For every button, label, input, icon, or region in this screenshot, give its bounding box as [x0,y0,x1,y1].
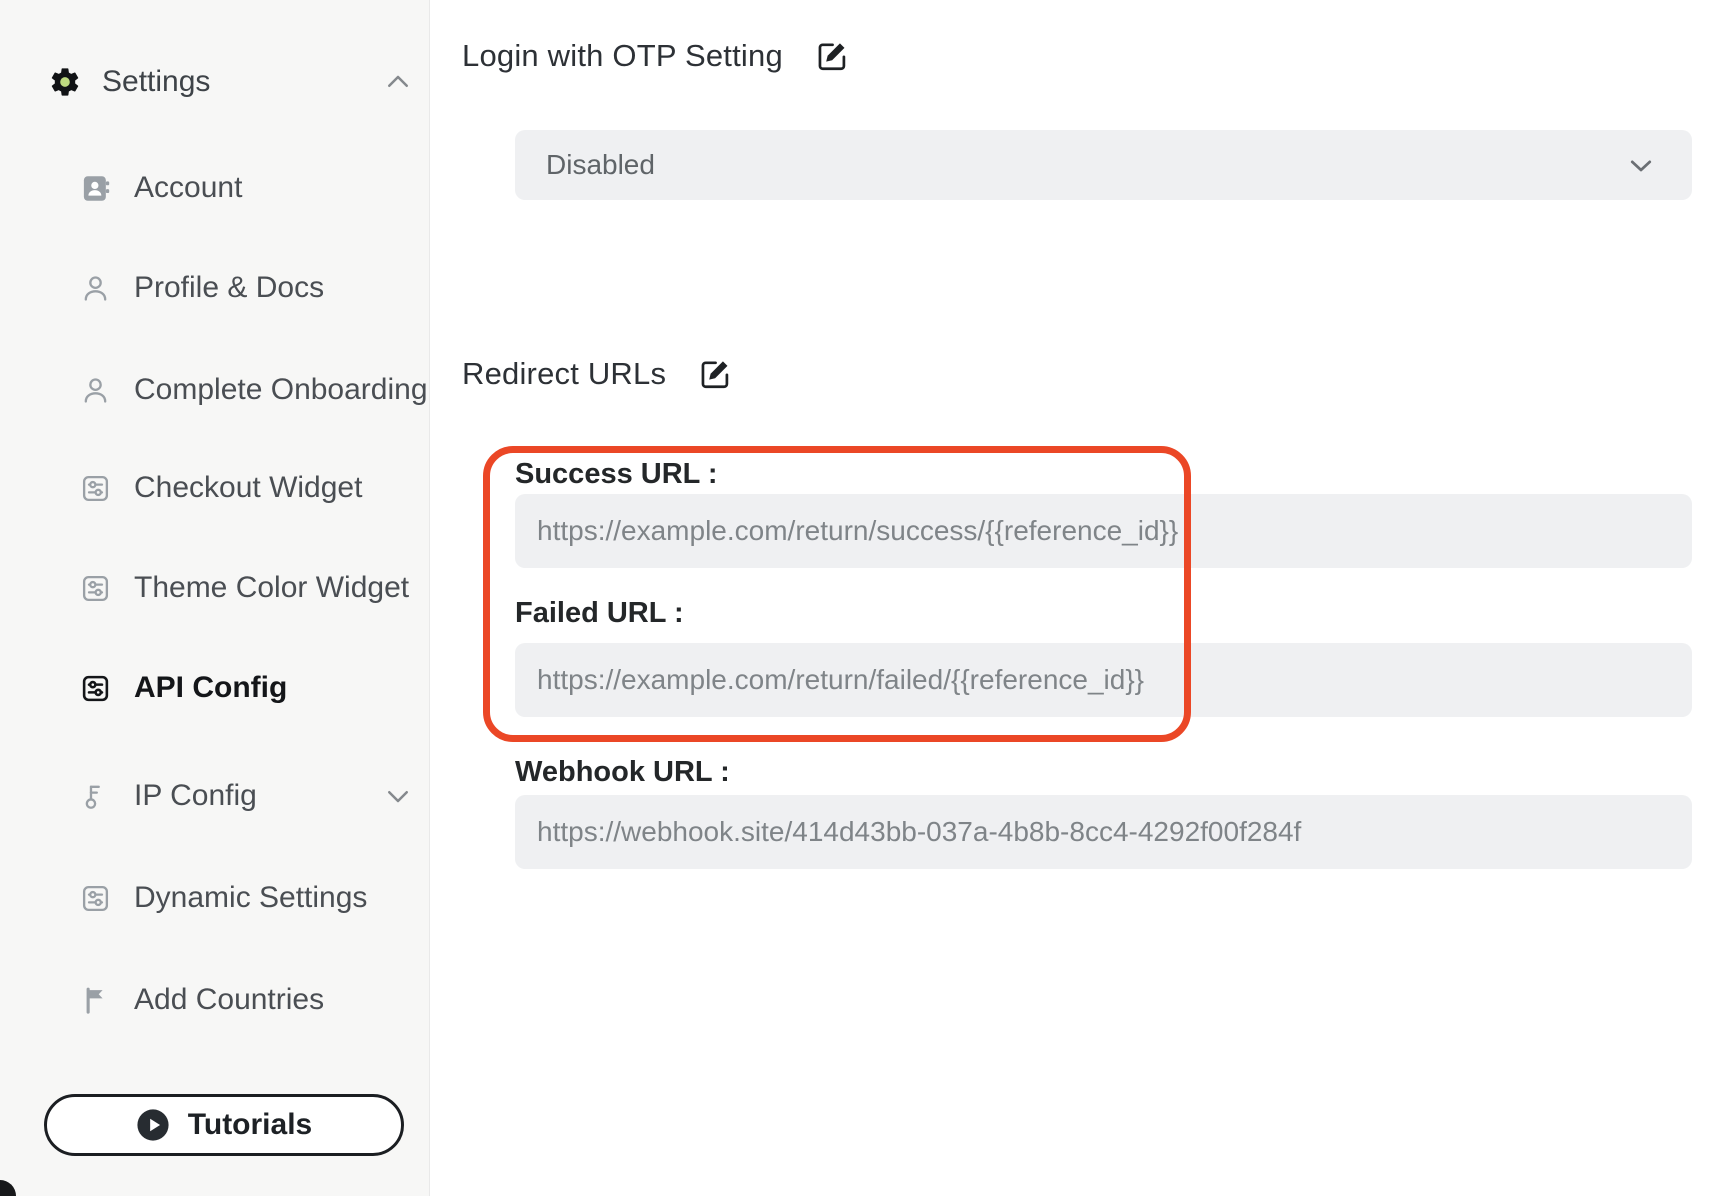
sidebar-item-complete-onboarding[interactable]: Complete Onboarding [0,355,429,425]
failed-url-input[interactable] [515,643,1692,717]
app-window: Settings Account [0,0,1724,1196]
main-content: Login with OTP Setting Disabled Redirect… [430,0,1724,1196]
sidebar-item-label: Dynamic Settings [134,881,367,915]
sidebar-item-label: Checkout Widget [134,471,362,505]
sidebar-item-dynamic-settings[interactable]: Dynamic Settings [0,863,429,933]
sidebar-item-label: API Config [134,671,287,705]
sidebar-item-profile-docs[interactable]: Profile & Docs [0,253,429,323]
sidebar-item-label: Theme Color Widget [134,571,409,605]
section-title: Login with OTP Setting [462,38,783,74]
edit-icon[interactable] [698,357,732,391]
sidebar-item-add-countries[interactable]: Add Countries [0,965,429,1035]
sidebar-item-label: IP Config [134,779,257,813]
section-title: Redirect URLs [462,356,666,392]
address-book-icon [80,173,111,204]
success-url-label: Success URL : [515,458,718,491]
sliders-icon [80,473,111,504]
person-icon [80,273,111,304]
sidebar: Settings Account [0,0,430,1196]
sidebar-item-label: Profile & Docs [134,271,324,305]
webhook-url-input[interactable] [515,795,1692,869]
sidebar-item-label: Settings [102,65,210,99]
flag-icon [80,985,111,1016]
redirect-section-heading: Redirect URLs [462,356,732,392]
sidebar-item-theme-color-widget[interactable]: Theme Color Widget [0,553,429,623]
webhook-url-label: Webhook URL : [515,756,730,789]
sidebar-item-label: Complete Onboarding [134,373,428,407]
success-url-input[interactable] [515,494,1692,568]
sidebar-item-label: Add Countries [134,983,324,1017]
otp-setting-select[interactable]: Disabled [515,130,1692,200]
tutorials-button[interactable]: Tutorials [44,1094,404,1156]
screen-corner [0,1180,16,1196]
sidebar-item-ip-config[interactable]: IP Config [0,761,429,831]
failed-url-label: Failed URL : [515,597,684,630]
otp-section-heading: Login with OTP Setting [462,38,849,74]
sidebar-item-account[interactable]: Account [0,153,429,223]
sliders-icon [80,883,111,914]
sidebar-item-checkout-widget[interactable]: Checkout Widget [0,453,429,523]
person-icon [80,375,111,406]
sliders-icon [80,573,111,604]
chevron-down-icon [1626,150,1656,180]
edit-icon[interactable] [815,39,849,73]
sidebar-item-settings[interactable]: Settings [0,47,429,117]
tutorials-button-label: Tutorials [188,1108,312,1142]
otp-setting-select-value: Disabled [546,149,1626,181]
sliders-icon [80,673,111,704]
key-icon [80,781,111,812]
chevron-up-icon [383,67,413,97]
chevron-down-icon [383,781,413,811]
sidebar-item-api-config[interactable]: API Config [0,653,429,723]
play-icon [136,1108,170,1142]
gear-icon [48,65,82,99]
sidebar-item-label: Account [134,171,242,205]
